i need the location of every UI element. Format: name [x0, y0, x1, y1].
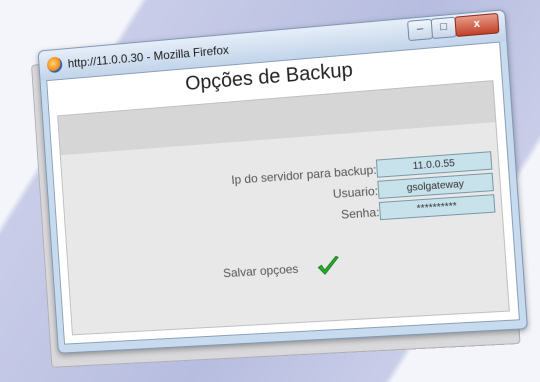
firefox-icon — [46, 56, 63, 74]
save-options-label: Salvar opçoes — [222, 261, 299, 281]
save-checkmark-icon[interactable] — [316, 255, 342, 279]
browser-window: http://11.0.0.30 - Mozilla Firefox – □ x… — [37, 9, 529, 354]
password-label: Senha: — [340, 205, 381, 222]
browser-window-wrapper: http://11.0.0.30 - Mozilla Firefox – □ x… — [31, 9, 529, 368]
user-label: Usuario: — [332, 183, 379, 202]
maximize-button[interactable]: □ — [430, 16, 457, 40]
page-content: Opções de Backup Ip do servidor para bac… — [46, 41, 520, 345]
save-row: Salvar opçoes — [69, 245, 507, 301]
close-button[interactable]: x — [454, 12, 500, 38]
minimize-button[interactable]: – — [407, 18, 434, 42]
backup-options-panel: Ip do servidor para backup: Usuario: Sen… — [57, 80, 510, 336]
